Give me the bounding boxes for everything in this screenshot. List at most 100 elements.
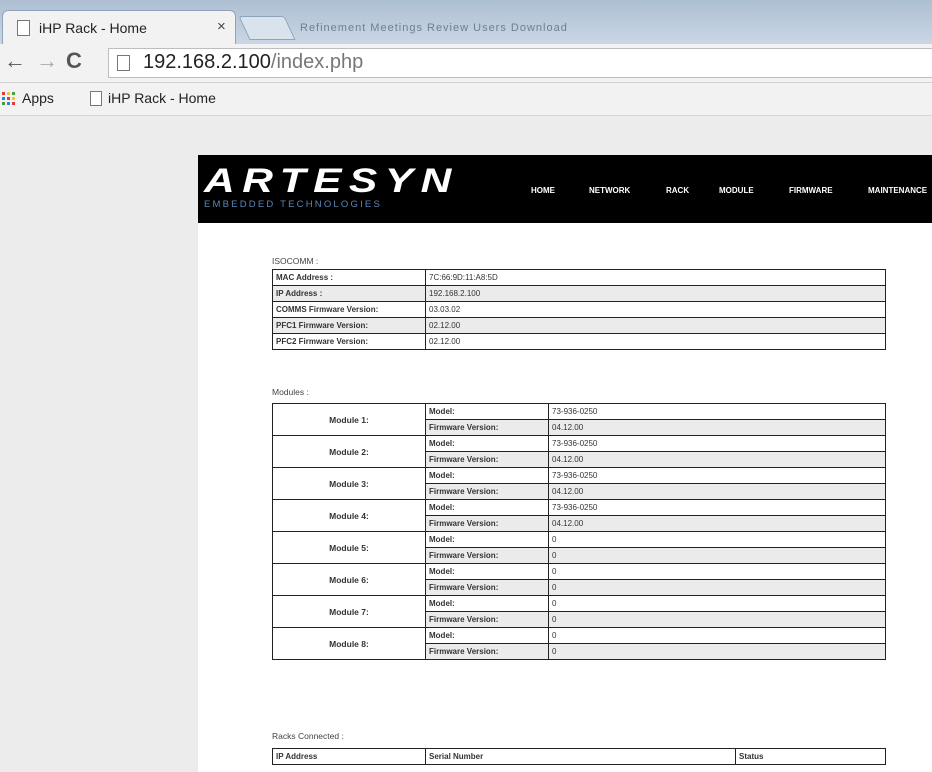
racks-label: Racks Connected :: [272, 731, 344, 741]
page-icon: [17, 20, 30, 36]
model-label: Model:: [425, 435, 549, 452]
page-icon: [117, 55, 130, 71]
page-content: ARTESYN EMBEDDED TECHNOLOGIES HOME NETWO…: [198, 155, 932, 772]
firmware-label: Firmware Version:: [425, 451, 549, 468]
bookmark-apps[interactable]: Apps: [22, 90, 54, 106]
table-row: Module 1: Model: 73-936-0250: [272, 403, 886, 436]
url-host: 192.168.2.100: [143, 51, 271, 73]
table-row: Module 5: Model: 0: [272, 531, 886, 564]
model-value: 73-936-0250: [548, 467, 886, 484]
firmware-label: Firmware Version:: [425, 643, 549, 660]
blurred-tabs: Refinement Meetings Review Users Downloa…: [300, 22, 568, 34]
module-name: Module 3:: [272, 467, 426, 500]
table-row: Module 3: Model: 73-936-0250: [272, 467, 886, 500]
model-value: 0: [548, 595, 886, 612]
logo-sub: EMBEDDED TECHNOLOGIES: [204, 199, 382, 210]
bookmarks-bar: Apps iHP Rack - Home: [0, 83, 932, 116]
row-value: 192.168.2.100: [425, 285, 886, 302]
model-label: Model:: [425, 403, 549, 420]
firmware-label: Firmware Version:: [425, 515, 549, 532]
table-row: Module 4: Model: 73-936-0250: [272, 499, 886, 532]
module-name: Module 6:: [272, 563, 426, 596]
firmware-value: 0: [548, 579, 886, 596]
logo-main: ARTESYN: [204, 162, 459, 200]
racks-table: IP Address Serial Number Status: [272, 748, 886, 765]
address-bar[interactable]: 192.168.2.100/index.php: [108, 48, 932, 78]
new-tab-button[interactable]: [238, 16, 296, 40]
apps-grid-icon[interactable]: [2, 92, 15, 105]
nav-maintenance[interactable]: MAINTENANCE: [868, 186, 927, 195]
nav-firmware[interactable]: FIRMWARE: [789, 186, 833, 195]
row-key: PFC2 Firmware Version:: [272, 333, 426, 350]
module-name: Module 5:: [272, 531, 426, 564]
model-label: Model:: [425, 467, 549, 484]
isocomm-label: ISOCOMM :: [272, 256, 319, 266]
firmware-value: 04.12.00: [548, 483, 886, 500]
table-row: COMMS Firmware Version: 03.03.02: [272, 301, 886, 318]
browser-tab[interactable]: iHP Rack - Home ×: [2, 10, 236, 45]
model-label: Model:: [425, 499, 549, 516]
model-value: 0: [548, 531, 886, 548]
nav-rack[interactable]: RACK: [666, 186, 689, 195]
model-label: Model:: [425, 627, 549, 644]
firmware-label: Firmware Version:: [425, 579, 549, 596]
bookmark-ihp-rack-home[interactable]: iHP Rack - Home: [108, 90, 216, 106]
model-label: Model:: [425, 531, 549, 548]
back-arrow-icon[interactable]: ←: [4, 48, 26, 74]
browser-toolbar: ← → C 192.168.2.100/index.php: [0, 44, 932, 83]
row-key: COMMS Firmware Version:: [272, 301, 426, 318]
table-row: IP Address :192.168.2.100: [272, 285, 886, 302]
row-key: MAC Address :: [272, 269, 426, 286]
firmware-label: Firmware Version:: [425, 611, 549, 628]
url-text: 192.168.2.100/index.php: [143, 51, 363, 74]
model-value: 0: [548, 627, 886, 644]
firmware-value: 0: [548, 547, 886, 564]
table-row: Module 7: Model: 0: [272, 595, 886, 628]
nav-home[interactable]: HOME: [531, 186, 555, 195]
firmware-value: 0: [548, 611, 886, 628]
table-row: PFC2 Firmware Version: 02.12.00: [272, 333, 886, 350]
model-value: 73-936-0250: [548, 403, 886, 420]
modules-table: Module 1: Model: 73-936-0250 Firmware Versi…: [272, 403, 886, 660]
tab-title: iHP Rack - Home: [39, 20, 147, 36]
model-label: Model:: [425, 595, 549, 612]
modules-label: Modules :: [272, 387, 309, 397]
row-key: IP Address :: [272, 285, 426, 302]
table-row: Module 8: Model: 0: [272, 627, 886, 660]
row-key: PFC1 Firmware Version:: [272, 317, 426, 334]
firmware-value: 04.12.00: [548, 451, 886, 468]
column-header-serial: Serial Number: [425, 748, 736, 765]
forward-arrow-icon[interactable]: →: [36, 48, 58, 74]
artesyn-logo[interactable]: ARTESYN EMBEDDED TECHNOLOGIES: [204, 164, 451, 210]
site-header: ARTESYN EMBEDDED TECHNOLOGIES HOME NETWO…: [198, 155, 932, 223]
browser-tab-strip: iHP Rack - Home × Refinement Meetings Re…: [0, 0, 932, 45]
module-name: Module 7:: [272, 595, 426, 628]
close-tab-icon[interactable]: ×: [217, 18, 226, 35]
firmware-value: 0: [548, 643, 886, 660]
table-row: Module 2: Model: 73-936-0250: [272, 435, 886, 468]
reload-icon[interactable]: C: [66, 48, 82, 74]
nav-network[interactable]: NETWORK: [589, 186, 630, 195]
row-value: 02.12.00: [425, 317, 886, 334]
row-value: 02.12.00: [425, 333, 886, 350]
module-name: Module 2:: [272, 435, 426, 468]
firmware-value: 04.12.00: [548, 419, 886, 436]
module-name: Module 8:: [272, 627, 426, 660]
row-value: 03.03.02: [425, 301, 886, 318]
module-name: Module 4:: [272, 499, 426, 532]
table-row: PFC1 Firmware Version: 02.12.00: [272, 317, 886, 334]
page-icon: [90, 91, 102, 106]
nav-module[interactable]: MODULE: [719, 186, 754, 195]
firmware-label: Firmware Version:: [425, 547, 549, 564]
model-label: Model:: [425, 563, 549, 580]
module-name: Module 1:: [272, 403, 426, 436]
url-path: /index.php: [270, 51, 364, 73]
firmware-value: 04.12.00: [548, 515, 886, 532]
row-value: 7C:66:9D:11:A8:5D: [425, 269, 886, 286]
isocomm-table: MAC Address :7C:66:9D:11:A8:5D IP Addres…: [272, 269, 886, 350]
model-value: 0: [548, 563, 886, 580]
firmware-label: Firmware Version:: [425, 419, 549, 436]
table-header-row: IP Address Serial Number Status: [272, 748, 886, 765]
table-row: MAC Address :7C:66:9D:11:A8:5D: [272, 269, 886, 286]
model-value: 73-936-0250: [548, 435, 886, 452]
